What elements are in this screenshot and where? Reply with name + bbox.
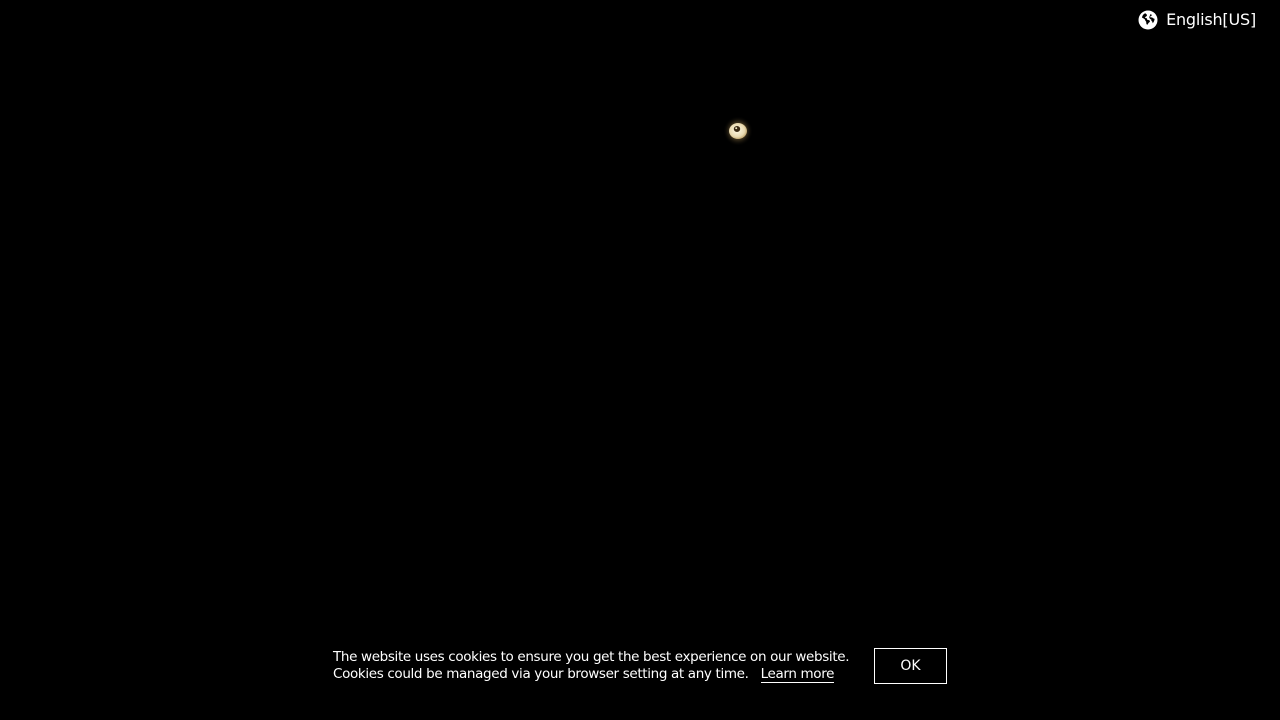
language-label: English[US] <box>1166 10 1256 29</box>
cookie-message-line-2: Cookies could be managed via your browse… <box>333 666 849 683</box>
page: English[US] The website uses cookies to … <box>0 0 1280 720</box>
cookie-banner: The website uses cookies to ensure you g… <box>333 648 953 688</box>
glowing-eye-icon <box>723 116 753 146</box>
learn-more-link[interactable]: Learn more <box>760 666 834 683</box>
cookie-message-line-2-text: Cookies could be managed via your browse… <box>333 666 749 682</box>
cookie-message: The website uses cookies to ensure you g… <box>333 649 850 683</box>
globe-icon <box>1138 10 1158 30</box>
language-selector[interactable]: English[US] <box>1138 9 1256 31</box>
cookie-message-line-1: The website uses cookies to ensure you g… <box>333 649 850 665</box>
ok-button[interactable]: OK <box>874 648 947 684</box>
